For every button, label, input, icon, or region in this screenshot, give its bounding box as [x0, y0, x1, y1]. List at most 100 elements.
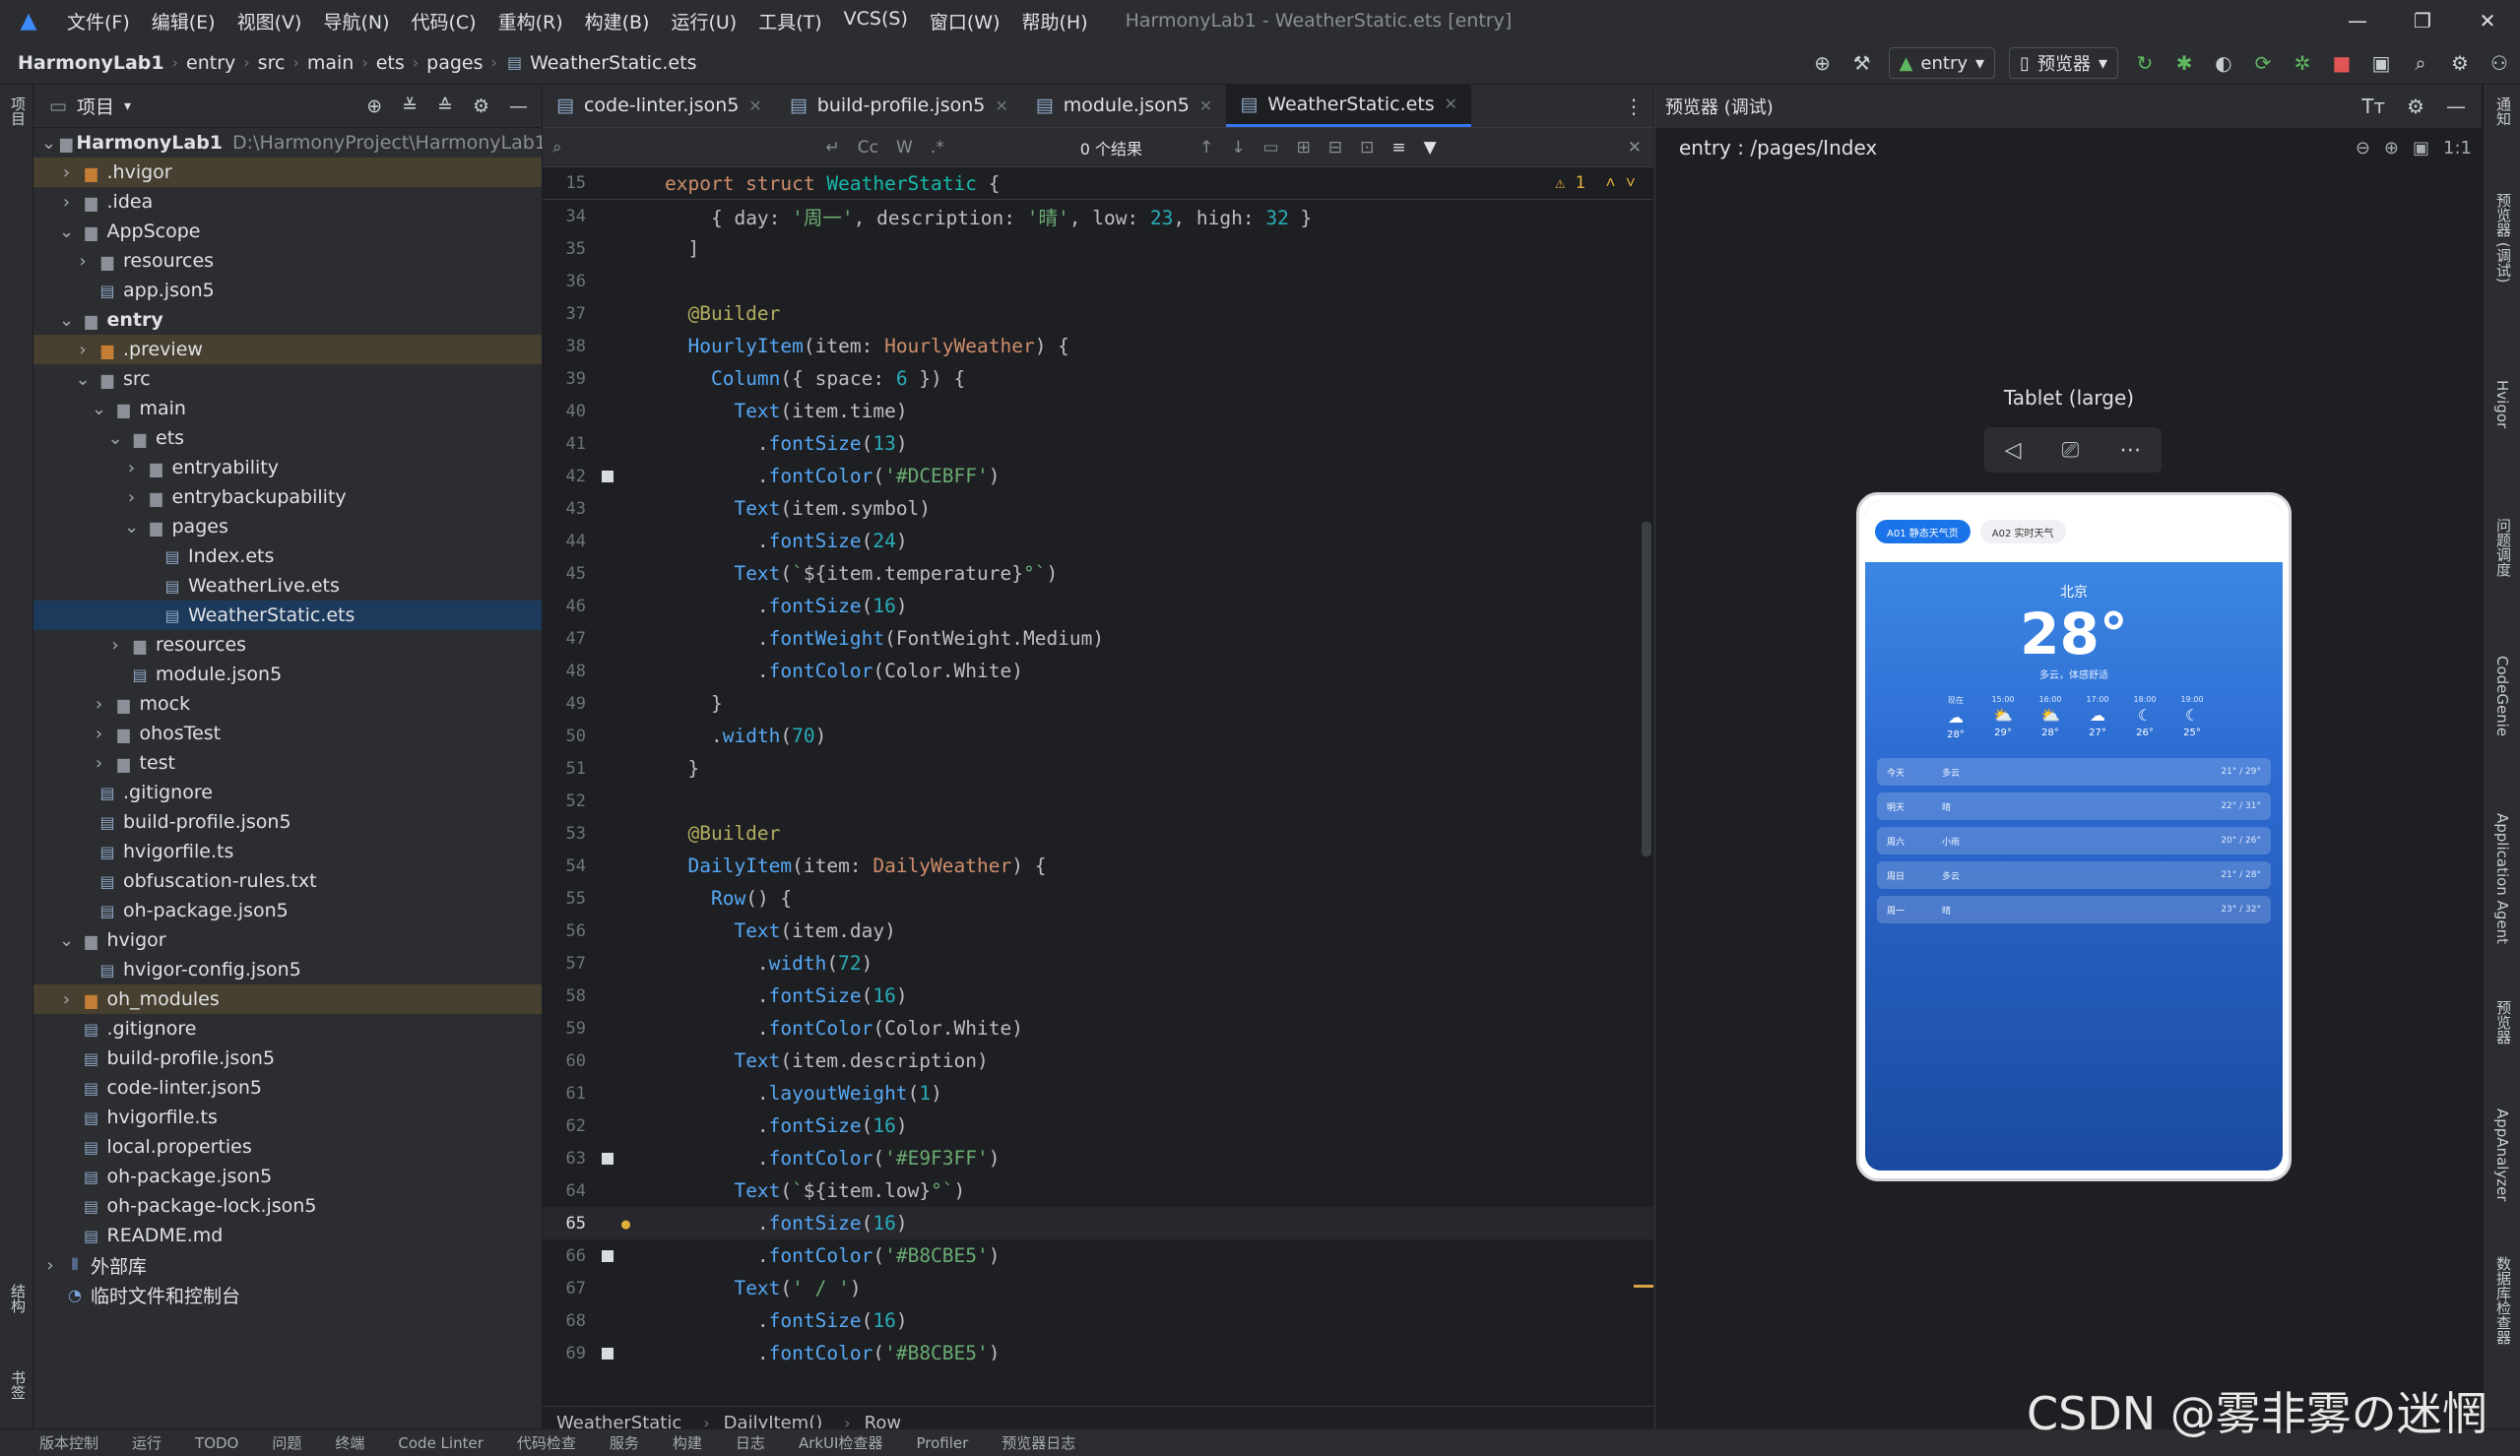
more-icon[interactable]: ⋯	[2119, 438, 2141, 463]
tree-row[interactable]: ▤ WeatherLive.ets	[33, 571, 542, 601]
code-line[interactable]: 42 .fontColor('#DCEBFF')	[543, 460, 1653, 492]
editor-tab[interactable]: ▤ build-profile.json5 ✕	[776, 84, 1022, 127]
menu-item[interactable]: 构建(B)	[585, 8, 650, 34]
tree-row[interactable]: ▤ hvigor-config.json5	[33, 955, 542, 984]
chevron-down-icon[interactable]: ⌄	[41, 133, 56, 154]
match-case-icon[interactable]: Cc	[858, 138, 878, 158]
tree-row[interactable]: ▤ oh-package-lock.json5	[33, 1191, 542, 1221]
select-occurrences-icon[interactable]: ⊡	[1360, 138, 1374, 158]
actual-size-icon[interactable]: 1:1	[2443, 138, 2472, 158]
tree-row[interactable]: ▤ build-profile.json5	[33, 807, 542, 837]
chevron-down-icon[interactable]: ⌄	[106, 428, 124, 449]
code-line[interactable]: 40 Text(item.time)	[543, 395, 1653, 427]
chevron-right-icon[interactable]: ›	[123, 458, 141, 478]
menu-item[interactable]: 重构(R)	[498, 8, 563, 34]
code-line[interactable]: 41 .fontSize(13)	[543, 427, 1653, 460]
code-line[interactable]: 38 HourlyItem(item: HourlyWeather) {	[543, 330, 1653, 362]
gear-icon[interactable]: ⚙	[473, 95, 489, 117]
bottom-tool-button[interactable]: 预览器日志	[1002, 1432, 1075, 1453]
editor-tab[interactable]: ▤ module.json5 ✕	[1022, 84, 1227, 127]
app-tab[interactable]: A01 静态天气页	[1875, 520, 1971, 543]
code-line[interactable]: 35 ]	[543, 232, 1653, 265]
close-icon[interactable]: ✕	[1199, 96, 1212, 115]
chevron-down-icon[interactable]: ⌄	[58, 310, 76, 331]
right-tool-button[interactable]: 数据库检查器	[2493, 1256, 2514, 1345]
tree-row[interactable]: ▤ .gitignore	[33, 778, 542, 807]
collapse-all-icon[interactable]: ≙	[437, 95, 453, 117]
app-tab[interactable]: A02 实时天气	[1979, 520, 2066, 543]
bug-icon[interactable]: ✲	[2290, 51, 2315, 75]
tree-row[interactable]: ▤ code-linter.json5	[33, 1073, 542, 1103]
menu-item[interactable]: 视图(V)	[237, 8, 302, 34]
code-line[interactable]: 37 @Builder	[543, 297, 1653, 330]
bottom-tool-button[interactable]: 问题	[272, 1432, 301, 1453]
close-icon[interactable]: ✕	[1628, 138, 1642, 158]
gear-icon[interactable]: ⚙	[2447, 51, 2473, 75]
tree-row[interactable]: ⌄ ▆ main	[33, 394, 542, 423]
tree-row[interactable]: ▤ oh-package.json5	[33, 896, 542, 925]
bottom-tool-button[interactable]: 版本控制	[39, 1432, 98, 1453]
bottom-tool-button[interactable]: Code Linter	[398, 1434, 483, 1452]
breadcrumb-item[interactable]: ets	[376, 52, 405, 74]
minimize-icon[interactable]: —	[2325, 0, 2390, 41]
breadcrumb-item[interactable]: WeatherStatic.ets	[530, 52, 696, 74]
select-all-icon[interactable]: ▭	[1263, 138, 1279, 158]
tree-row[interactable]: ⌄ ▆ AppScope	[33, 217, 542, 246]
bottom-tool-button[interactable]: 终端	[335, 1432, 364, 1453]
filter-icon[interactable]: ▼	[1424, 138, 1437, 158]
chevron-right-icon[interactable]: ›	[74, 340, 92, 360]
tree-row[interactable]: › ▆ entrybackupability	[33, 482, 542, 512]
code-line[interactable]: 44 .fontSize(24)	[543, 525, 1653, 557]
bottom-tool-button[interactable]: 构建	[673, 1432, 702, 1453]
menu-item[interactable]: 导航(N)	[323, 8, 389, 34]
code-line[interactable]: 34 { day: '周一', description: '晴', low: 2…	[543, 200, 1653, 232]
previewer-dropdown[interactable]: ▯ 预览器 ▾	[2009, 47, 2118, 79]
code-line[interactable]: 46 .fontSize(16)	[543, 590, 1653, 622]
close-icon[interactable]: ✕	[2455, 0, 2520, 41]
arrow-down-icon[interactable]: ↓	[1231, 138, 1245, 158]
color-swatch-icon[interactable]	[602, 1249, 614, 1262]
code-line[interactable]: 58 .fontSize(16)	[543, 980, 1653, 1012]
device-manager-icon[interactable]: ▣	[2368, 51, 2394, 75]
attach-icon[interactable]: ◐	[2211, 51, 2236, 75]
right-tool-button[interactable]: 预览器 (调试)	[2493, 193, 2514, 283]
code-editor[interactable]: 15 export struct WeatherStatic { ⚠ 1 ˄ ˅…	[543, 167, 1653, 1361]
stop-icon[interactable]: ■	[2329, 51, 2355, 75]
warning-stripe[interactable]	[1634, 1285, 1653, 1288]
rotate-icon[interactable]: ⎚	[2062, 438, 2080, 463]
tree-row[interactable]: › ▆ mock	[33, 689, 542, 719]
add-selection-icon[interactable]: ⊞	[1297, 138, 1311, 158]
tree-row[interactable]: › ▆ entryability	[33, 453, 542, 482]
editor-tab[interactable]: ▤ WeatherStatic.ets ✕	[1226, 84, 1472, 127]
code-line[interactable]: 43 Text(item.symbol)	[543, 492, 1653, 525]
project-panel-title[interactable]: 项目	[77, 93, 114, 119]
tree-row[interactable]: › ▆ test	[33, 748, 542, 778]
tree-row[interactable]: ▤ oh-package.json5	[33, 1162, 542, 1191]
bookmarks-tool-button[interactable]: 书签	[8, 1370, 29, 1400]
expand-all-icon[interactable]: ≚	[402, 95, 418, 117]
code-line[interactable]: 39 Column({ space: 6 }) {	[543, 362, 1653, 395]
bottom-tool-button[interactable]: Profiler	[916, 1434, 968, 1452]
whole-word-icon[interactable]: W	[896, 138, 913, 158]
tree-row[interactable]: ▤ app.json5	[33, 276, 542, 305]
bottom-tool-button[interactable]: 运行	[132, 1432, 162, 1453]
tree-row[interactable]: ▤ obfuscation-rules.txt	[33, 866, 542, 896]
code-line[interactable]: 60 Text(item.description)	[543, 1045, 1653, 1077]
breadcrumb-item[interactable]: HarmonyLab1	[18, 52, 164, 74]
tree-row[interactable]: ⌄ ▆ src	[33, 364, 542, 394]
hot-reload-icon[interactable]: ⟳	[2250, 51, 2276, 75]
chevron-right-icon[interactable]: ›	[58, 162, 76, 183]
menu-item[interactable]: 代码(C)	[411, 8, 476, 34]
chevron-right-icon[interactable]: ›	[41, 1255, 59, 1276]
chevron-right-icon[interactable]: ›	[91, 753, 108, 774]
tree-row[interactable]: › ▆ ohosTest	[33, 719, 542, 748]
debug-icon[interactable]: ✱	[2171, 51, 2197, 75]
tree-row[interactable]: › ▆ .hvigor	[33, 158, 542, 187]
tree-row[interactable]: › ▆ resources	[33, 630, 542, 660]
structure-tool-button[interactable]: 结构	[8, 1284, 29, 1313]
chevron-down-icon[interactable]: ⌄	[74, 369, 92, 390]
tree-row[interactable]: ▤ .gitignore	[33, 1014, 542, 1044]
editor-tab[interactable]: ▤ code-linter.json5 ✕	[543, 84, 776, 127]
tree-row[interactable]: ▤ hvigorfile.ts	[33, 1103, 542, 1132]
lightbulb-icon[interactable]: ●	[621, 1215, 630, 1233]
